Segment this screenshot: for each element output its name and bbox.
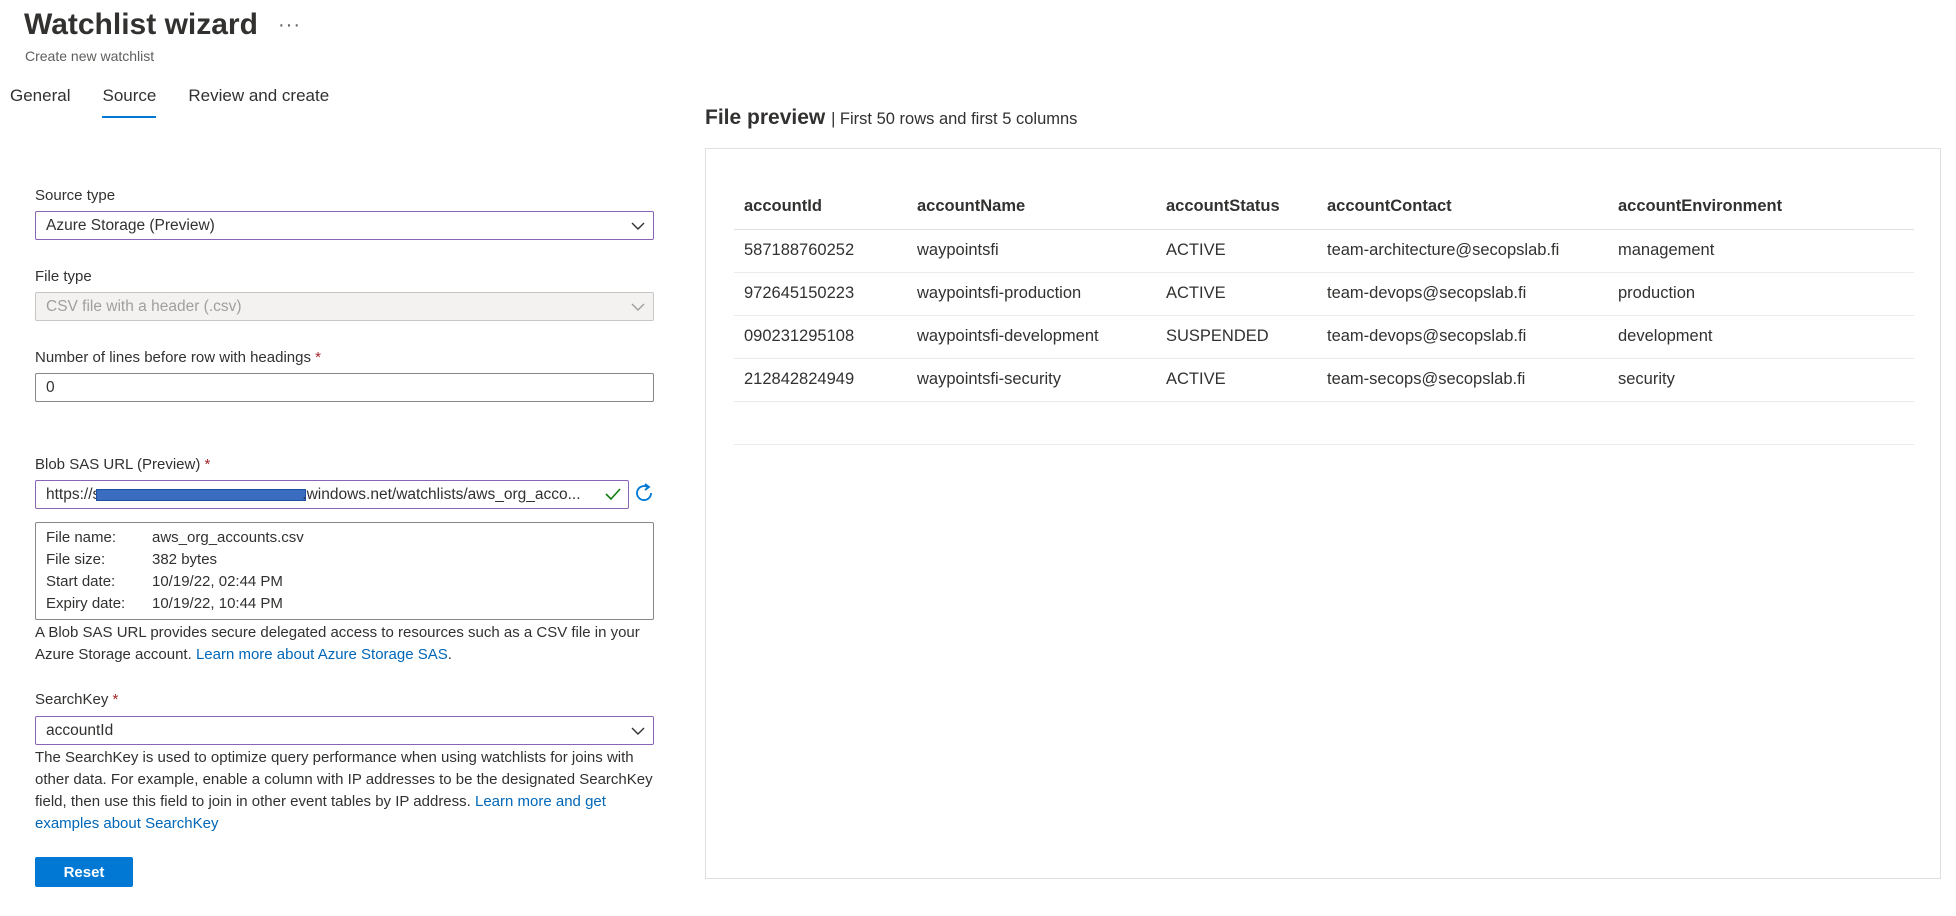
lines-before-label: Number of lines before row with headings… — [35, 349, 321, 366]
lines-before-label-text: Number of lines before row with headings — [35, 349, 311, 366]
search-key-label-text: SearchKey — [35, 691, 109, 708]
table-cell: 972645150223 — [734, 272, 907, 316]
wizard-tabs: General Source Review and create — [10, 86, 361, 118]
file-preview-title: File preview | First 50 rows and first 5… — [705, 106, 1077, 130]
file-info-panel: File name: aws_org_accounts.csv File size… — [35, 522, 654, 620]
table-cell: waypointsfi-production — [907, 272, 1156, 316]
table-row: 587188760252 waypointsfi ACTIVE team-arc… — [734, 229, 1914, 273]
reset-button[interactable]: Reset — [35, 857, 133, 887]
table-row: 090231295108 waypointsfi-development SUS… — [734, 315, 1914, 359]
file-info-value: 10/19/22, 02:44 PM — [152, 573, 283, 590]
blob-sas-url-input[interactable]: https://s .windows.net/watchlists/aws_or… — [35, 480, 629, 509]
search-key-dropdown[interactable]: accountId — [35, 716, 654, 745]
lines-before-input[interactable]: 0 — [35, 373, 654, 402]
table-cell: 090231295108 — [734, 315, 907, 359]
table-row-empty — [734, 401, 1914, 445]
table-cell: team-devops@secopslab.fi — [1317, 315, 1608, 359]
lines-before-value: 0 — [46, 378, 55, 396]
table-cell: waypointsfi-security — [907, 358, 1156, 402]
checkmark-icon — [605, 487, 621, 506]
blob-sas-url-label: Blob SAS URL (Preview) * — [35, 456, 210, 473]
table-row: 972645150223 waypointsfi-production ACTI… — [734, 272, 1914, 316]
file-type-dropdown: CSV file with a header (.csv) — [35, 292, 654, 321]
required-marker: * — [112, 691, 119, 708]
file-info-key: Start date: — [46, 573, 116, 590]
source-type-value: Azure Storage (Preview) — [46, 216, 215, 234]
blob-sas-url-label-text: Blob SAS URL (Preview) — [35, 456, 201, 473]
blob-sas-url-suffix: .windows.net/watchlists/aws_org_acco... — [302, 485, 581, 503]
table-header-row: accountId accountName accountStatus acco… — [734, 185, 1914, 230]
file-type-value: CSV file with a header (.csv) — [46, 297, 242, 315]
file-info-value: 10/19/22, 10:44 PM — [152, 595, 283, 612]
search-key-value: accountId — [46, 721, 114, 739]
file-preview-table: accountId accountName accountStatus acco… — [734, 185, 1914, 445]
page-title: Watchlist wizard — [24, 8, 258, 41]
table-cell: 212842824949 — [734, 358, 907, 402]
table-row: 212842824949 waypointsfi-security ACTIVE… — [734, 358, 1914, 402]
tab-source[interactable]: Source — [102, 86, 157, 118]
table-cell: ACTIVE — [1156, 229, 1317, 273]
column-header: accountContact — [1317, 185, 1608, 230]
table-cell: waypointsfi — [907, 229, 1156, 273]
file-info-row: Start date: 10/19/22, 02:44 PM — [46, 571, 643, 593]
required-marker: * — [315, 349, 321, 366]
page-subtitle: Create new watchlist — [25, 48, 155, 64]
sas-help-text: A Blob SAS URL provides secure delegated… — [35, 622, 660, 666]
table-cell: team-secops@secopslab.fi — [1317, 358, 1608, 402]
column-header: accountStatus — [1156, 185, 1317, 230]
file-info-key: File name: — [46, 529, 117, 546]
table-cell: development — [1608, 315, 1914, 359]
file-info-value: 382 bytes — [152, 551, 218, 568]
more-options-icon[interactable]: ··· — [278, 14, 301, 37]
source-type-dropdown[interactable]: Azure Storage (Preview) — [35, 211, 654, 240]
period: . — [447, 646, 452, 663]
table-cell: production — [1608, 272, 1914, 316]
column-header: accountName — [907, 185, 1156, 230]
table-cell: team-devops@secopslab.fi — [1317, 272, 1608, 316]
file-preview-panel: accountId accountName accountStatus acco… — [705, 148, 1941, 879]
file-info-row: File name: aws_org_accounts.csv — [46, 527, 643, 549]
file-type-label: File type — [35, 268, 92, 285]
table-cell: 587188760252 — [734, 229, 907, 273]
file-preview-heading: File preview — [705, 106, 826, 129]
file-info-key: File size: — [46, 551, 106, 568]
source-type-label: Source type — [35, 187, 116, 204]
file-preview-subtitle: | First 50 rows and first 5 columns — [831, 110, 1078, 128]
table-cell: team-architecture@secopslab.fi — [1317, 229, 1608, 273]
refresh-icon[interactable] — [633, 482, 655, 509]
chevron-down-icon — [631, 301, 645, 313]
sas-learn-more-link[interactable]: Learn more about Azure Storage SAS — [196, 646, 448, 663]
search-key-help-text: The SearchKey is used to optimize query … — [35, 747, 660, 835]
column-header: accountId — [734, 185, 907, 230]
blob-sas-url-prefix: https://s — [46, 485, 101, 503]
file-info-value: aws_org_accounts.csv — [152, 529, 304, 546]
table-cell: ACTIVE — [1156, 272, 1317, 316]
table-cell: security — [1608, 358, 1914, 402]
file-info-key: Expiry date: — [46, 595, 126, 612]
table-cell: ACTIVE — [1156, 358, 1317, 402]
file-info-row: File size: 382 bytes — [46, 549, 643, 571]
table-cell: waypointsfi-development — [907, 315, 1156, 359]
chevron-down-icon — [631, 725, 645, 737]
chevron-down-icon — [631, 220, 645, 232]
column-header: accountEnvironment — [1608, 185, 1914, 230]
file-info-row: Expiry date: 10/19/22, 10:44 PM — [46, 593, 643, 615]
tab-review-and-create[interactable]: Review and create — [188, 86, 329, 118]
redaction-bar — [96, 488, 307, 501]
required-marker: * — [204, 456, 211, 473]
table-cell: management — [1608, 229, 1914, 273]
search-key-label: SearchKey * — [35, 691, 118, 708]
tab-general[interactable]: General — [10, 86, 70, 118]
table-cell: SUSPENDED — [1156, 315, 1317, 359]
